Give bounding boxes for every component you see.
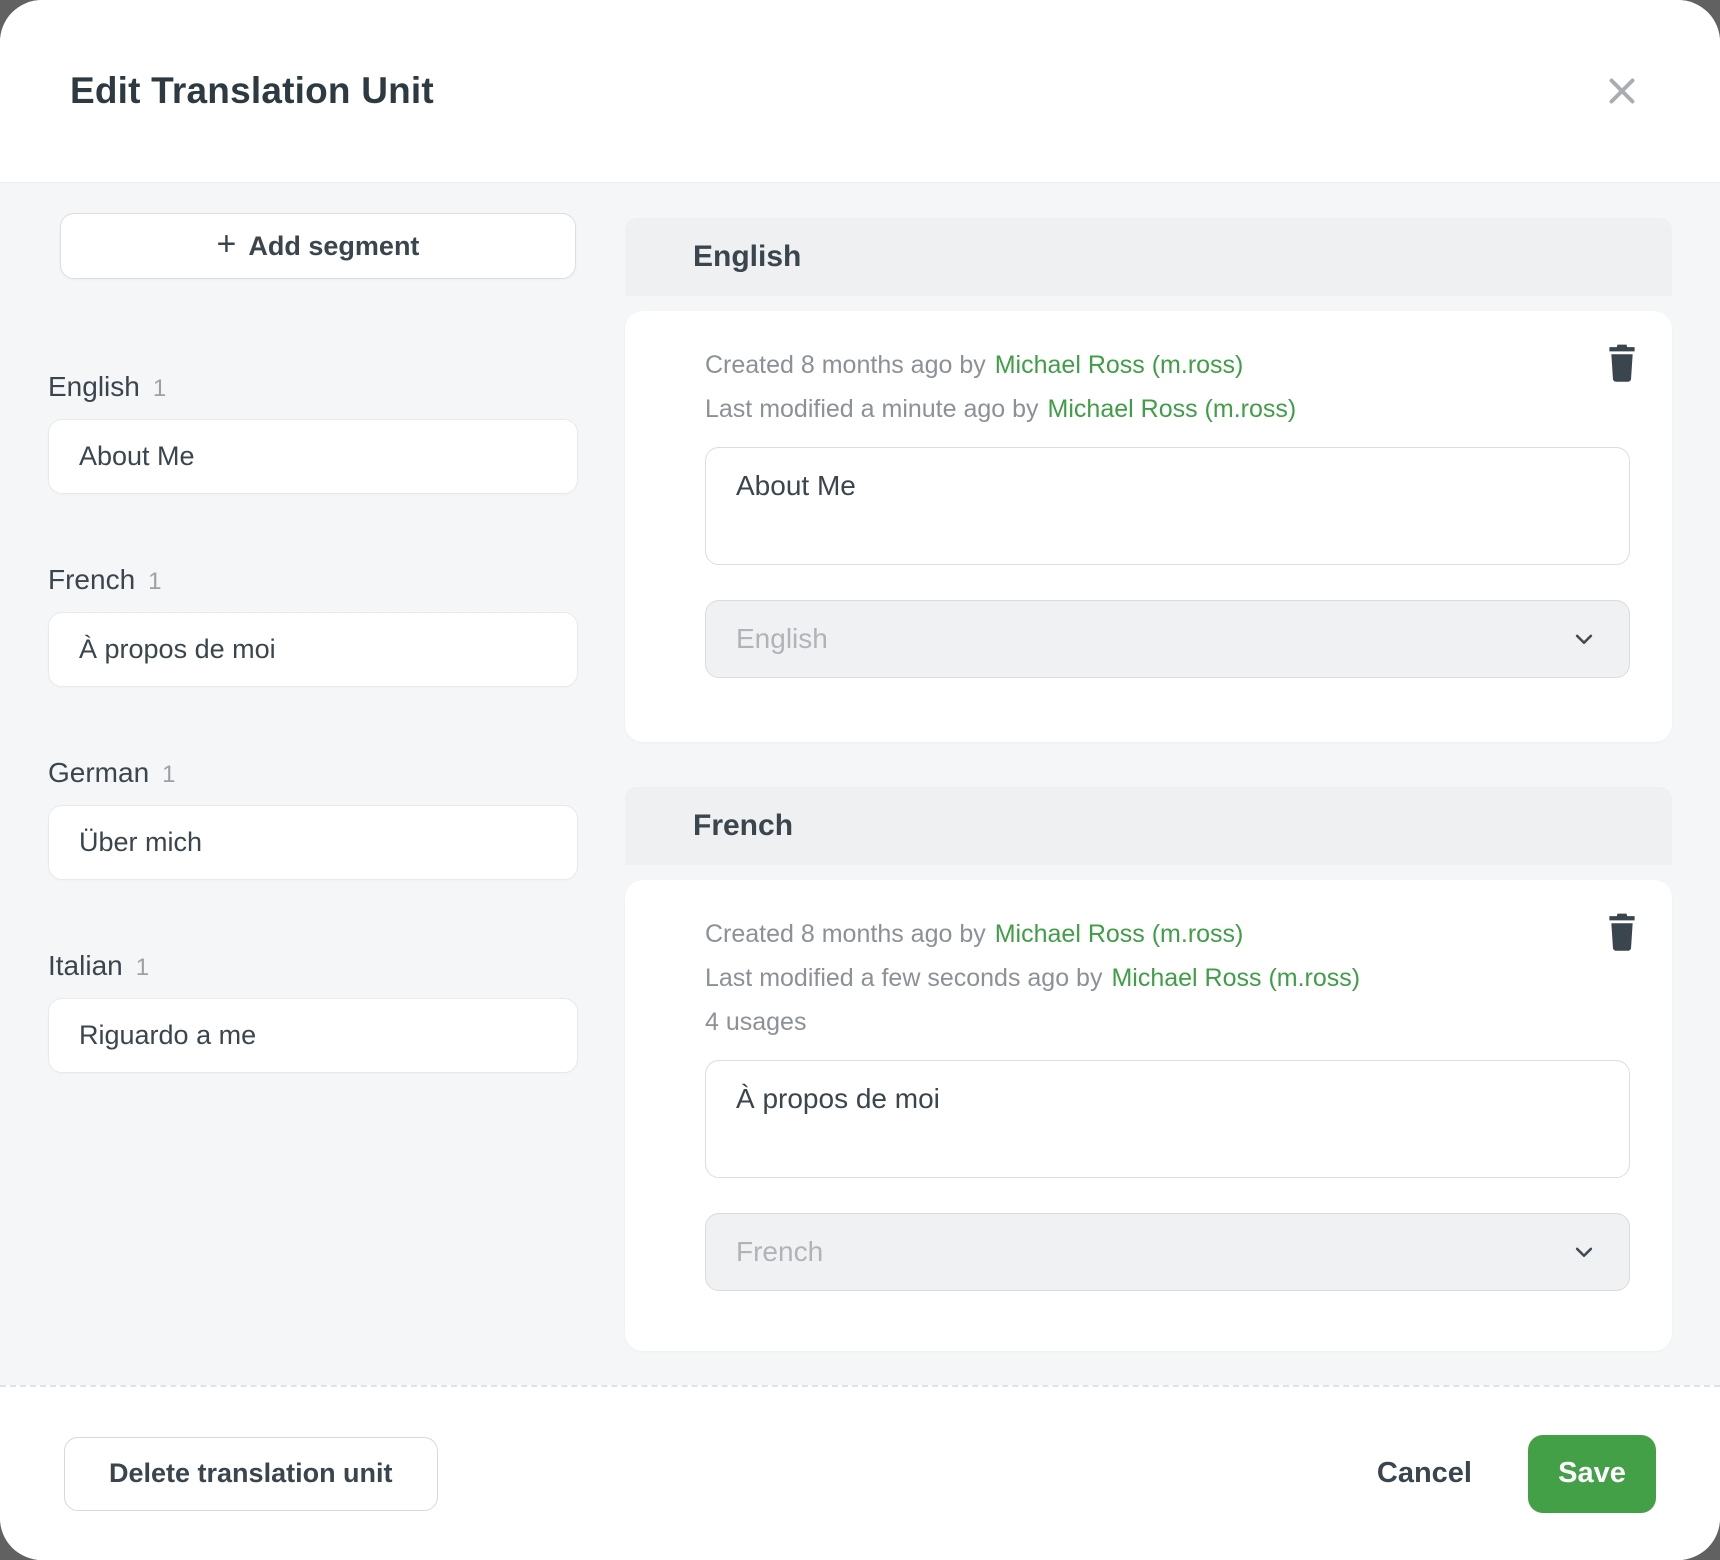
created-user-link[interactable]: Michael Ross (m.ross) [995,343,1244,387]
modified-user-link[interactable]: Michael Ross (m.ross) [1111,956,1360,1000]
created-text: Created 8 months ago by [705,912,986,956]
edit-translation-unit-modal: Edit Translation Unit + Add segment Engl… [0,0,1720,1560]
modified-meta: Last modified a minute ago by Michael Ro… [705,387,1630,431]
modal-title: Edit Translation Unit [70,70,434,112]
editor-panel-english: English Created 8 months ago by Mic [625,218,1672,742]
language-select-value: French [736,1236,823,1268]
segment-editors: English Created 8 months ago by Mic [625,213,1672,1385]
panel-header: French [625,787,1672,865]
modal-body: + Add segment English 1 French 1 G [0,183,1720,1385]
created-meta: Created 8 months ago by Michael Ross (m.… [705,343,1630,387]
modified-text: Last modified a few seconds ago by [705,956,1102,1000]
segment-language-label: French [48,564,135,596]
usages-count: 4 usages [705,1000,1630,1044]
created-user-link[interactable]: Michael Ross (m.ross) [995,912,1244,956]
modified-meta: Last modified a few seconds ago by Micha… [705,956,1630,1000]
segment-count-badge: 1 [148,568,161,596]
segment-field-italian[interactable] [48,998,578,1073]
add-segment-label: Add segment [248,231,419,262]
modal-header: Edit Translation Unit [0,0,1720,183]
segment-language-label: German [48,757,149,789]
segment-language-label: Italian [48,950,123,982]
segment-count-badge: 1 [153,375,166,403]
segment-count-badge: 1 [162,761,175,789]
segment-count-badge: 1 [136,954,149,982]
segment-field-german[interactable] [48,805,578,880]
editor-panel-french: French Created 8 months ago by Mich [625,787,1672,1351]
segment-group-german: German 1 [48,757,578,880]
panel-card: Created 8 months ago by Michael Ross (m.… [625,311,1672,742]
segment-group-english: English 1 [48,371,578,494]
panel-title: English [693,240,801,274]
plus-icon: + [217,227,237,261]
add-segment-button[interactable]: + Add segment [60,213,576,279]
save-button[interactable]: Save [1528,1435,1656,1513]
trash-icon [1602,342,1642,384]
language-select[interactable]: English [705,600,1630,678]
segment-label-row: German 1 [48,757,578,789]
cancel-button[interactable]: Cancel [1377,1457,1472,1490]
modified-text: Last modified a minute ago by [705,387,1039,431]
panel-header: English [625,218,1672,296]
modal-footer: Delete translation unit Cancel Save [0,1385,1720,1560]
segment-text-input[interactable]: À propos de moi [705,1060,1630,1178]
modified-user-link[interactable]: Michael Ross (m.ross) [1048,387,1297,431]
segment-group-french: French 1 [48,564,578,687]
segment-label-row: French 1 [48,564,578,596]
language-select-value: English [736,623,828,655]
delete-segment-button[interactable] [1596,906,1648,958]
segment-group-italian: Italian 1 [48,950,578,1073]
segments-sidebar: + Add segment English 1 French 1 G [48,213,578,1385]
panel-card: Created 8 months ago by Michael Ross (m.… [625,880,1672,1351]
delete-translation-unit-button[interactable]: Delete translation unit [64,1437,438,1511]
segment-label-row: Italian 1 [48,950,578,982]
panel-title: French [693,809,793,843]
language-select[interactable]: French [705,1213,1630,1291]
chevron-down-icon [1569,624,1599,654]
created-text: Created 8 months ago by [705,343,986,387]
segment-field-french[interactable] [48,612,578,687]
trash-icon [1602,911,1642,953]
created-meta: Created 8 months ago by Michael Ross (m.… [705,912,1630,956]
segment-text-input[interactable]: About Me [705,447,1630,565]
delete-segment-button[interactable] [1596,337,1648,389]
segment-language-label: English [48,371,140,403]
chevron-down-icon [1569,1237,1599,1267]
segment-field-english[interactable] [48,419,578,494]
segment-label-row: English 1 [48,371,578,403]
close-button[interactable] [1594,63,1650,119]
close-icon [1604,73,1640,109]
